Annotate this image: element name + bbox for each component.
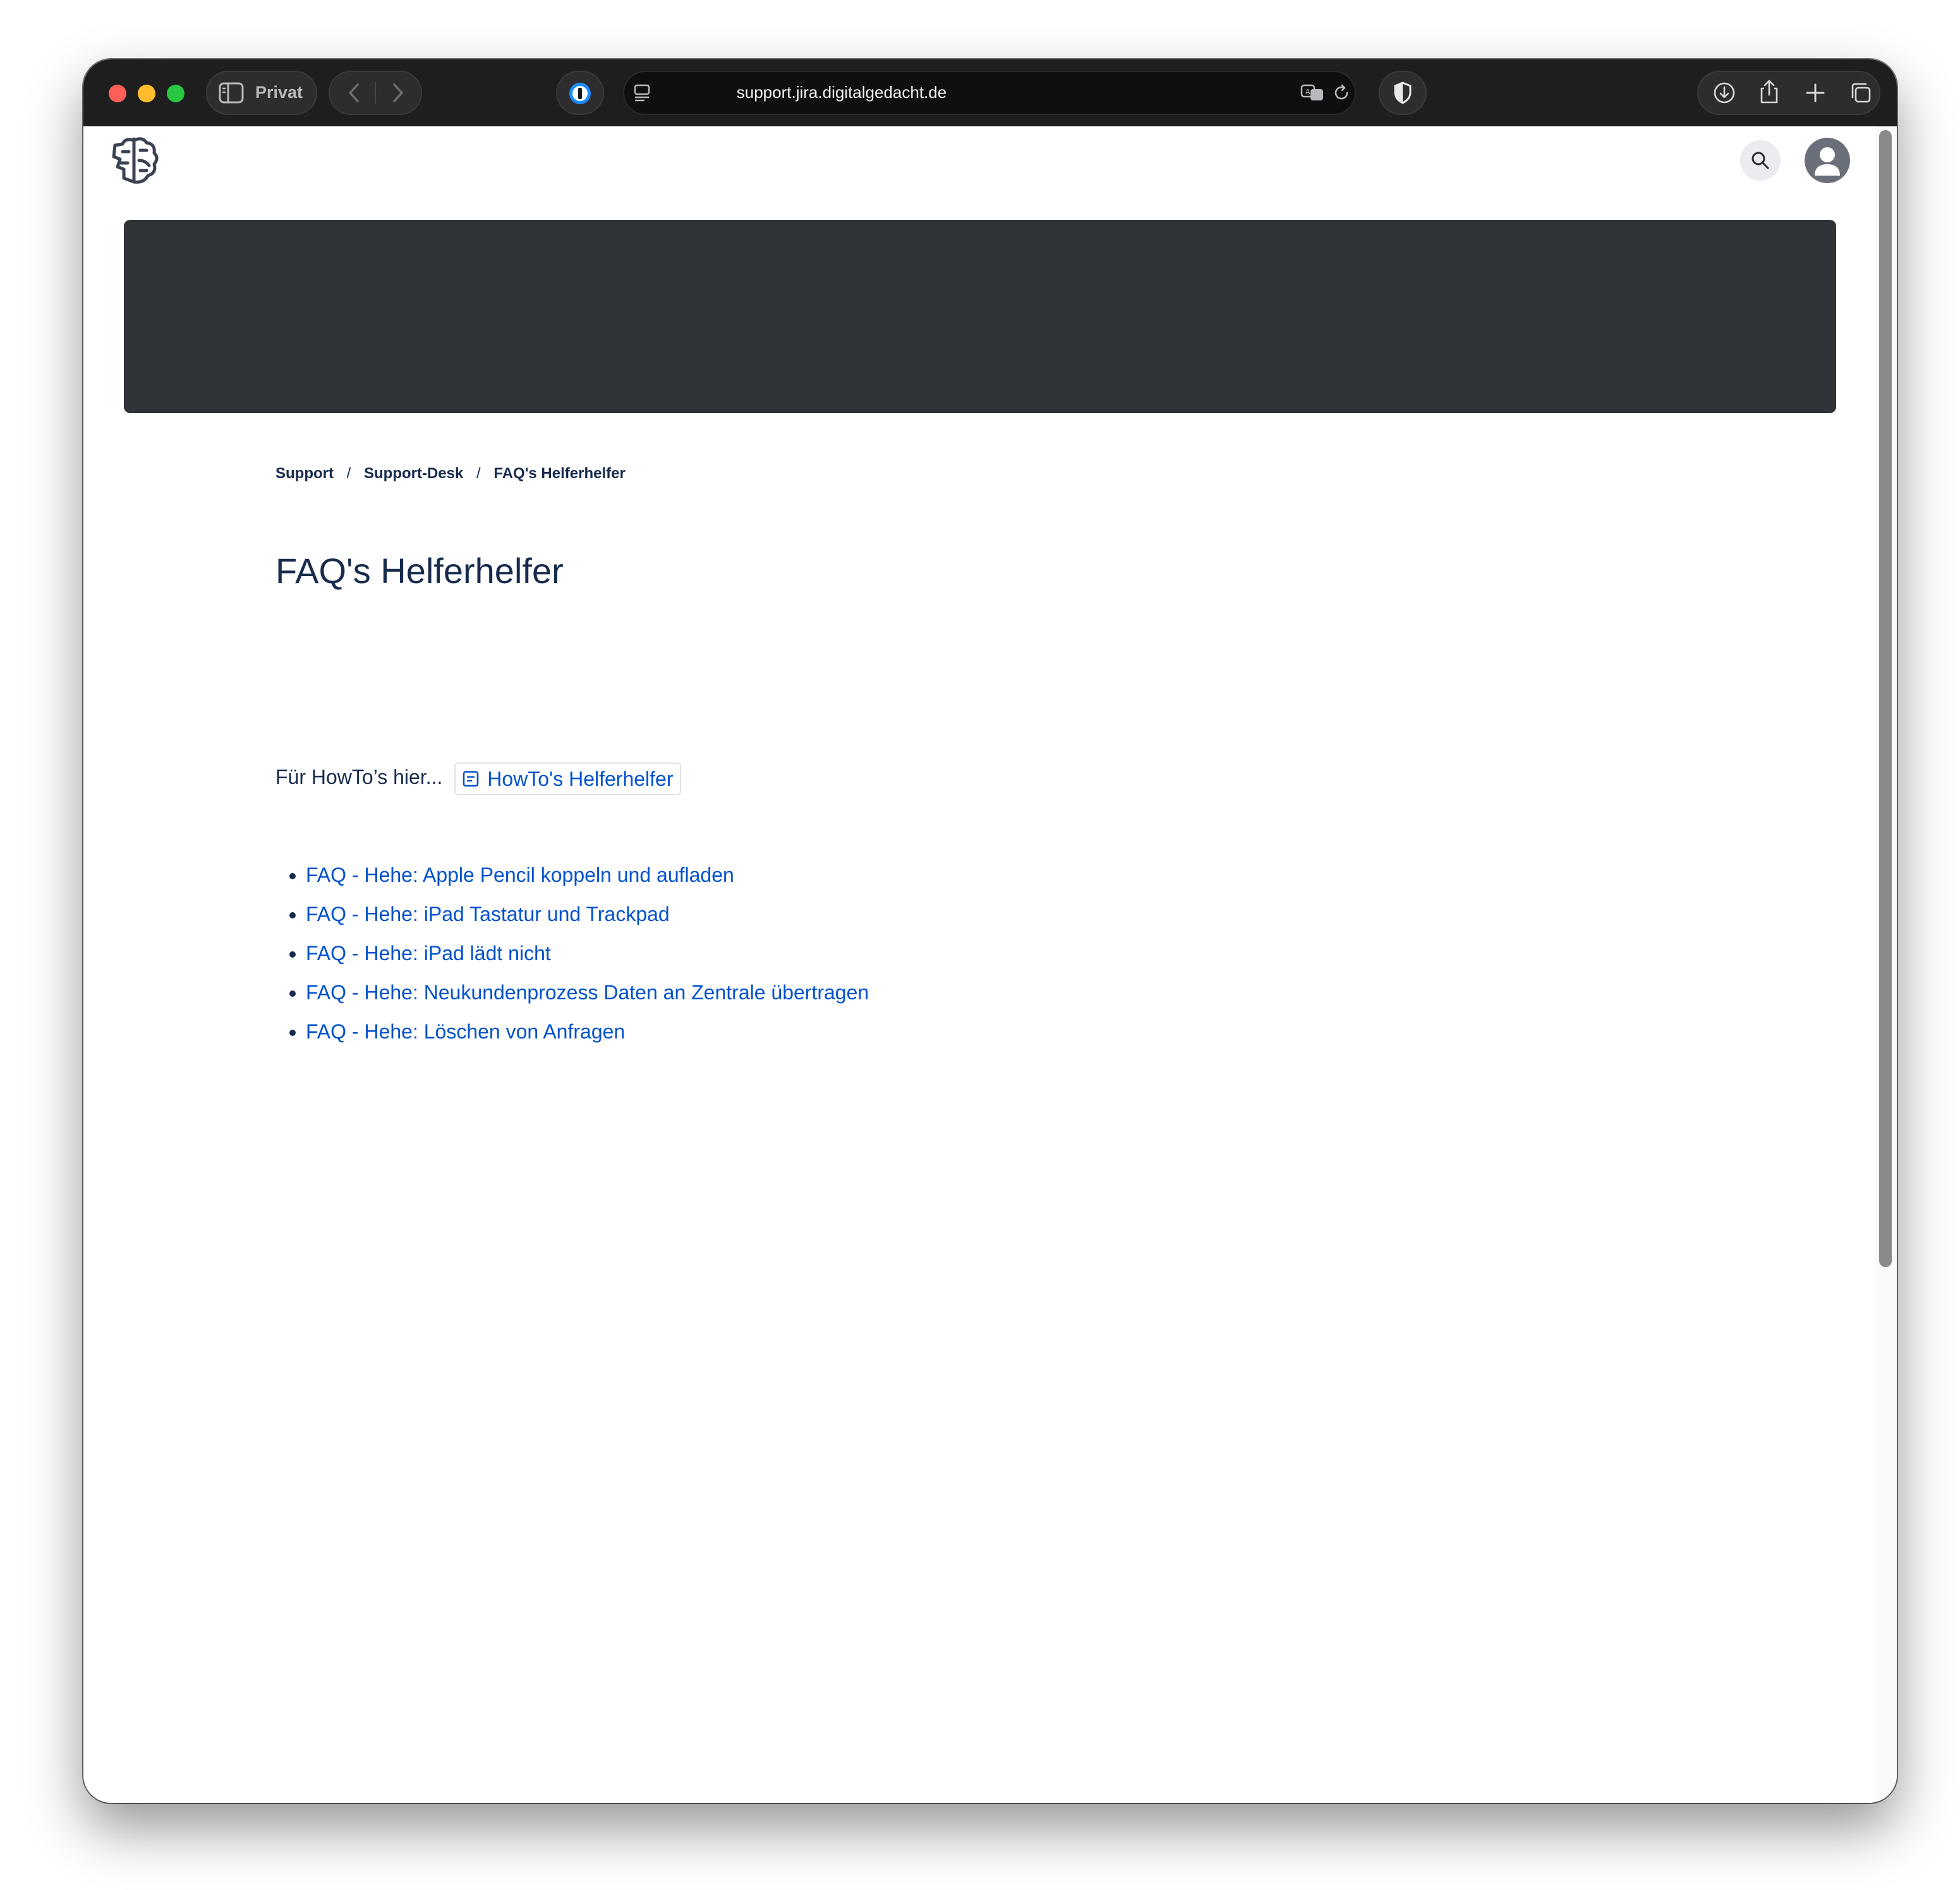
breadcrumb-separator: / (346, 465, 351, 482)
browser-window: Privat support.jira.digitalgedacht.de A (83, 59, 1897, 1803)
translate-icon[interactable]: A (1300, 83, 1326, 102)
address-text: support.jira.digitalgedacht.de (736, 83, 947, 102)
download-icon[interactable] (1712, 81, 1736, 105)
list-item: FAQ - Hehe: iPad lädt nicht (306, 934, 869, 973)
howto-smart-link[interactable]: HowTo's Helferhelfer (454, 762, 681, 795)
close-window-button[interactable] (109, 85, 126, 102)
minimize-window-button[interactable] (138, 85, 155, 102)
list-item: FAQ - Hehe: iPad Tastatur und Trackpad (306, 894, 869, 934)
nav-divider (375, 82, 376, 104)
faq-list: FAQ - Hehe: Apple Pencil koppeln und auf… (275, 855, 869, 1051)
faq-link[interactable]: FAQ - Hehe: iPad lädt nicht (306, 942, 551, 965)
private-mode-label: Privat (255, 83, 303, 102)
browser-toolbar: Privat support.jira.digitalgedacht.de A (83, 59, 1897, 126)
breadcrumb: Support / Support-Desk / FAQ's Helferhel… (275, 461, 626, 486)
sidebar-icon (219, 82, 244, 104)
share-icon[interactable] (1758, 78, 1781, 105)
new-tab-icon[interactable] (1805, 82, 1826, 104)
page-content: Support / Support-Desk / FAQ's Helferhel… (83, 126, 1875, 1803)
tab-overview-icon[interactable] (1849, 81, 1873, 105)
search-icon (1751, 152, 1769, 169)
back-icon[interactable] (344, 82, 366, 104)
user-profile-button[interactable] (1805, 138, 1850, 183)
faq-link[interactable]: FAQ - Hehe: Apple Pencil koppeln und auf… (306, 864, 734, 886)
breadcrumb-item-support[interactable]: Support (275, 465, 334, 482)
zoom-window-button[interactable] (167, 85, 185, 102)
breadcrumb-item-support-desk[interactable]: Support-Desk (364, 465, 463, 482)
breadcrumb-item-current[interactable]: FAQ's Helferhelfer (493, 465, 625, 482)
list-item: FAQ - Hehe: Löschen von Anfragen (306, 1012, 869, 1051)
user-avatar-icon (1815, 147, 1840, 176)
faq-link[interactable]: FAQ - Hehe: Neukundenprozess Daten an Ze… (306, 981, 869, 1004)
portal-banner (124, 220, 1836, 413)
list-item: FAQ - Hehe: Neukundenprozess Daten an Ze… (306, 973, 869, 1012)
brain-logo-icon[interactable] (109, 134, 162, 187)
search-button[interactable] (1740, 140, 1781, 181)
howto-link-label: HowTo's Helferhelfer (487, 767, 674, 790)
page-icon (463, 771, 479, 786)
forward-icon[interactable] (387, 82, 409, 104)
faq-link[interactable]: FAQ - Hehe: iPad Tastatur und Trackpad (306, 903, 670, 925)
breadcrumb-separator: / (476, 465, 481, 482)
reload-icon[interactable] (1332, 83, 1351, 102)
intro-paragraph: Für HowTo’s hier... HowTo's Helferhelfer (275, 759, 681, 795)
svg-text:A: A (1305, 88, 1310, 96)
shield-icon (1394, 81, 1412, 104)
scrollbar-thumb[interactable] (1879, 130, 1892, 1267)
page-title: FAQ's Helferhelfer (275, 551, 564, 591)
intro-text: Für HowTo’s hier... (275, 766, 443, 788)
list-item: FAQ - Hehe: Apple Pencil koppeln und auf… (306, 855, 869, 894)
faq-link[interactable]: FAQ - Hehe: Löschen von Anfragen (306, 1020, 625, 1043)
